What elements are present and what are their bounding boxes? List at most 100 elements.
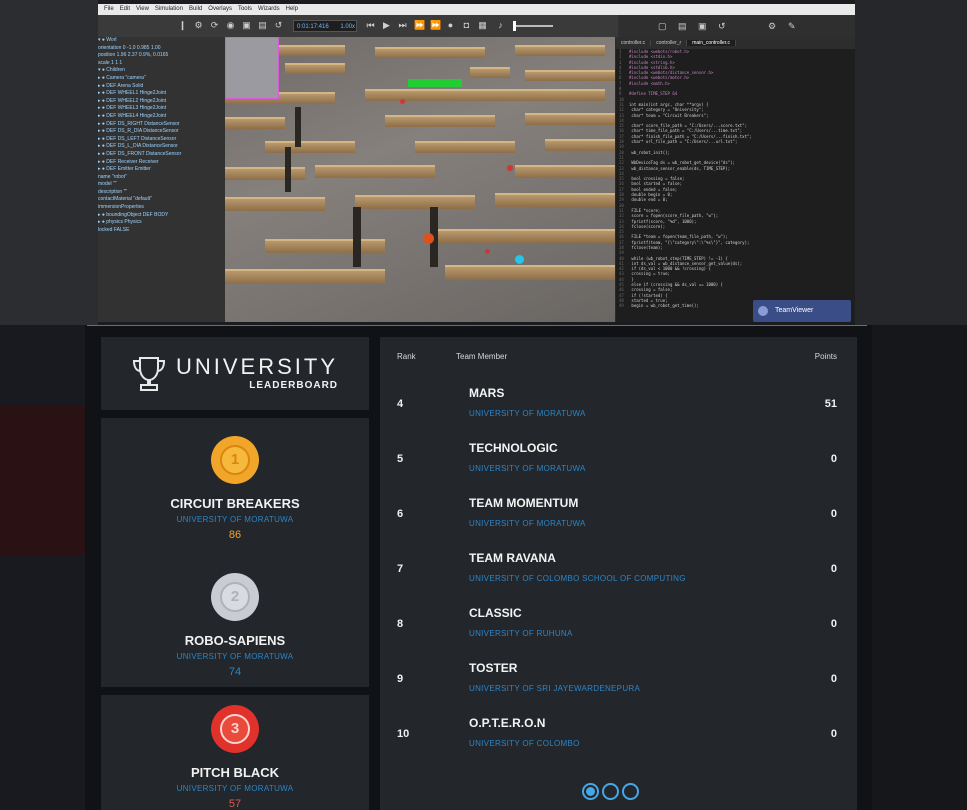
build-icon[interactable]: ⚙ — [768, 21, 776, 32]
table-row[interactable]: 4 MARS UNIVERSITY OF MORATUWA 51 — [380, 382, 857, 436]
robot-marker — [400, 99, 405, 104]
camera-icon[interactable]: ◘ — [462, 21, 471, 30]
table-row[interactable]: 9 TOSTER UNIVERSITY OF SRI JAYEWARDENEPURA… — [380, 657, 857, 711]
menu-item[interactable]: View — [136, 6, 149, 12]
table-row[interactable]: 10 O.P.T.E.R.O.N UNIVERSITY OF COLOMBO 0 — [380, 712, 857, 766]
tree-node[interactable]: ▸ ● DEF DS_RIGHT DistanceSensor — [98, 121, 225, 129]
table-row[interactable]: 5 TECHNOLOGIC UNIVERSITY OF MORATUWA 0 — [380, 437, 857, 491]
save-file-icon[interactable]: ▣ — [698, 21, 707, 32]
robot-marker — [507, 165, 513, 171]
row-team: MARS — [469, 386, 505, 400]
code-area[interactable]: 1 #include <webots/robot.h> 2 #include <std… — [616, 49, 858, 322]
volume-icon[interactable]: ♪ — [496, 21, 505, 30]
new-file-icon[interactable]: ▢ — [658, 21, 667, 32]
3d-viewport[interactable] — [225, 37, 615, 322]
editor-tab[interactable]: controller.c — [616, 40, 652, 46]
tree-node[interactable]: contactMaterial "default" — [98, 196, 225, 204]
podium-points: 57 — [228, 798, 242, 810]
reload-icon[interactable]: ⟳ — [210, 21, 219, 30]
tree-node[interactable]: ▸ ● DEF DS_LEFT DistanceSensor — [98, 136, 225, 144]
tree-node[interactable]: ▸ ● DEF WHEEL3 Hinge2Joint — [98, 105, 225, 113]
step-icon[interactable]: ⏭ — [398, 21, 407, 30]
volume-slider[interactable] — [513, 21, 553, 31]
menu-item[interactable]: Wizards — [258, 6, 280, 12]
reset-icon[interactable]: ↺ — [274, 21, 283, 30]
pager-dot[interactable] — [622, 783, 639, 800]
menu-item[interactable]: Help — [286, 6, 298, 12]
tree-node[interactable]: ▸ ● DEF DS_FRONT DistanceSensor — [98, 151, 225, 159]
menu-item[interactable]: Overlays — [208, 6, 232, 12]
maze-wall — [515, 165, 615, 178]
folder-icon[interactable]: ▤ — [258, 21, 267, 30]
table-row[interactable]: 8 CLASSIC UNIVERSITY OF RUHUNA 0 — [380, 602, 857, 656]
scene-tree[interactable]: ▾ ● Worl orientation 0 -1.0 0.985 1.00 p… — [98, 37, 225, 322]
menu-item[interactable]: Simulation — [155, 6, 183, 12]
row-team: TEAM RAVANA — [469, 551, 556, 565]
tree-node[interactable]: ▸ ● DEF DS_L_DIA DistanceSensor — [98, 143, 225, 151]
robot-marker — [485, 249, 490, 254]
pager-dot[interactable] — [582, 783, 599, 800]
open-file-icon[interactable]: ▤ — [678, 21, 687, 32]
tree-node[interactable]: ▸ ● DEF WHEEL2 Hinge2Joint — [98, 98, 225, 106]
row-university: UNIVERSITY OF MORATUWA — [469, 464, 586, 473]
code-editor[interactable]: controller.c controller_r main_controller.… — [616, 37, 855, 322]
robot-marker — [423, 233, 434, 244]
table-row[interactable]: 6 TEAM MOMENTUM UNIVERSITY OF MORATUWA 0 — [380, 492, 857, 546]
camera-overlay[interactable] — [225, 37, 279, 99]
podium-team: ROBO-SAPIENS — [184, 633, 286, 648]
movie-icon[interactable]: ▦ — [478, 21, 487, 30]
tree-node[interactable]: ▸ ● DEF WHEEL4 Hinge2Joint — [98, 113, 225, 121]
podium-card-second[interactable]: 2 ROBO-SAPIENS UNIVERSITY OF MORATUWA 74 — [101, 557, 369, 687]
tree-node[interactable]: ▾ ● Worl — [98, 37, 225, 45]
clean-icon[interactable]: ✎ — [788, 21, 796, 32]
fast-forward-icon[interactable]: ⏩ — [414, 21, 425, 30]
tree-node[interactable]: ▸ ● boundingObject DEF BODY — [98, 212, 225, 220]
podium-card-third[interactable]: 3 PITCH BLACK UNIVERSITY OF MORATUWA 57 — [101, 695, 369, 810]
fast-icon[interactable]: ⏩ — [430, 21, 441, 30]
tree-node[interactable]: ▸ ● DEF WHEEL1 Hinge2Joint — [98, 90, 225, 98]
teamviewer-popup[interactable]: TeamViewer — [753, 300, 851, 322]
menu-item[interactable]: File — [104, 6, 114, 12]
maze-wall — [415, 141, 515, 153]
tree-node[interactable]: ▸ ● DEF Emitter Emitter — [98, 166, 225, 174]
code-text: #include <stdio.h> — [629, 54, 673, 60]
tree-node[interactable]: locked FALSE — [98, 227, 225, 235]
menu-item[interactable]: Tools — [238, 6, 252, 12]
row-rank: 9 — [397, 673, 404, 685]
pager — [582, 783, 639, 805]
table-row[interactable]: 7 TEAM RAVANA UNIVERSITY OF COLOMBO SCHOOL… — [380, 547, 857, 601]
tree-node[interactable]: immersionProperties — [98, 204, 225, 212]
pause-icon[interactable]: ❙ — [178, 21, 187, 30]
tree-node[interactable]: position 1.96 2.37 0.9%, 0.0165 — [98, 52, 225, 60]
pager-dot[interactable] — [602, 783, 619, 800]
tree-node[interactable]: description "" — [98, 189, 225, 197]
podium-card-first[interactable]: 1 CIRCUIT BREAKERS UNIVERSITY OF MORATUW… — [101, 418, 369, 558]
editor-tab[interactable]: main_controller.c — [687, 40, 736, 46]
tree-node[interactable]: ▸ ● DEF Receiver Receiver — [98, 159, 225, 167]
bronze-medal-icon: 3 — [211, 705, 259, 753]
undo-icon[interactable]: ↺ — [718, 21, 726, 32]
tree-node[interactable]: ▸ ● Camera "camera" — [98, 75, 225, 83]
maze-wall — [375, 47, 485, 58]
maze-wall — [225, 117, 285, 129]
editor-tab[interactable]: controller_r — [651, 40, 688, 46]
save-icon[interactable]: ▣ — [242, 21, 251, 30]
play-icon[interactable]: ▶ — [382, 21, 391, 30]
tree-node[interactable]: ▸ ● DEF Arena Solid — [98, 83, 225, 91]
gear-icon[interactable]: ⚙ — [194, 21, 203, 30]
tree-node[interactable]: ▸ ● physics Physics — [98, 219, 225, 227]
tree-node[interactable]: model "" — [98, 181, 225, 189]
code-text: crossing = false; — [629, 287, 673, 293]
record-icon[interactable]: ● — [446, 21, 455, 30]
tree-node[interactable]: name "robot" — [98, 174, 225, 182]
column-rank: Rank — [397, 352, 416, 361]
eye-icon[interactable]: ◉ — [226, 21, 235, 30]
step-back-icon[interactable]: ⏮ — [366, 21, 375, 30]
menu-item[interactable]: Edit — [120, 6, 130, 12]
row-university: UNIVERSITY OF COLOMBO SCHOOL OF COMPUTIN… — [469, 574, 686, 583]
tree-node[interactable]: orientation 0 -1.0 0.985 1.00 — [98, 45, 225, 53]
menu-item[interactable]: Build — [189, 6, 202, 12]
tree-node[interactable]: ▸ ● DEF DS_R_DIA DistanceSensor — [98, 128, 225, 136]
tree-node[interactable]: scale 1 1 1 — [98, 60, 225, 68]
tree-node[interactable]: ▾ ● Children — [98, 67, 225, 75]
